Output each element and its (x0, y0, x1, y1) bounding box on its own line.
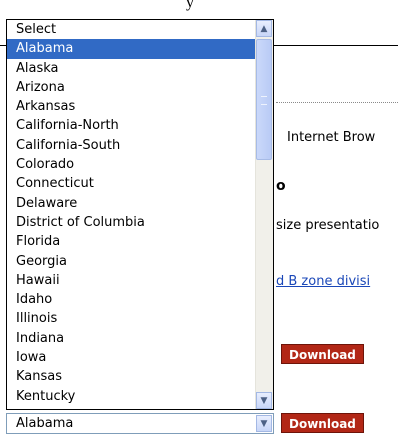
presentation-note-text: size presentatio (276, 218, 380, 233)
download-button[interactable]: Download (281, 344, 364, 364)
option-item[interactable]: Idaho (7, 290, 256, 309)
chevron-down-icon: ▼ (260, 395, 268, 406)
option-item[interactable]: Illinois (7, 309, 256, 328)
heading-fragment: o (276, 178, 286, 194)
option-list: Select Alabama Alaska Arizona Arkansas Califo… (7, 20, 256, 406)
option-item[interactable]: Florida (7, 232, 256, 251)
state-select[interactable]: Alabama ▼ (6, 413, 274, 434)
option-item[interactable]: Colorado (7, 155, 256, 174)
page-heading-fragment: y (186, 0, 194, 11)
grip-icon (261, 96, 267, 105)
chevron-down-icon: ▼ (260, 418, 268, 429)
scroll-up-button[interactable]: ▲ (256, 20, 272, 37)
option-item[interactable]: California-North (7, 116, 256, 135)
option-item[interactable]: Iowa (7, 348, 256, 367)
option-item[interactable]: California-South (7, 136, 256, 155)
chevron-up-icon: ▲ (260, 23, 268, 34)
browser-note-text: Internet Brow (287, 130, 376, 145)
state-dropdown-list[interactable]: Select Alabama Alaska Arizona Arkansas Califo… (6, 19, 274, 410)
option-item[interactable]: Georgia (7, 252, 256, 271)
option-item[interactable]: Hawaii (7, 271, 256, 290)
option-item[interactable]: Kansas (7, 367, 256, 386)
vertical-scrollbar[interactable]: ▲ ▼ (255, 20, 273, 409)
zone-division-link[interactable]: d B zone divisi (276, 274, 370, 289)
scrollbar-thumb[interactable] (256, 39, 272, 160)
option-item[interactable]: Delaware (7, 194, 256, 213)
option-item[interactable]: Indiana (7, 329, 256, 348)
download-button[interactable]: Download (281, 413, 364, 433)
select-value: Alabama (16, 416, 74, 431)
option-item[interactable]: Alabama (7, 39, 256, 59)
option-item[interactable]: Kentucky (7, 387, 256, 406)
scroll-down-button[interactable]: ▼ (256, 392, 272, 409)
dotted-divider (276, 102, 398, 103)
option-item[interactable]: Alaska (7, 59, 256, 78)
select-arrow-button[interactable]: ▼ (256, 415, 272, 432)
option-item[interactable]: Connecticut (7, 174, 256, 193)
option-item[interactable]: District of Columbia (7, 213, 256, 232)
option-item[interactable]: Arizona (7, 78, 256, 97)
option-item[interactable]: Arkansas (7, 97, 256, 116)
option-item[interactable]: Select (7, 20, 256, 39)
